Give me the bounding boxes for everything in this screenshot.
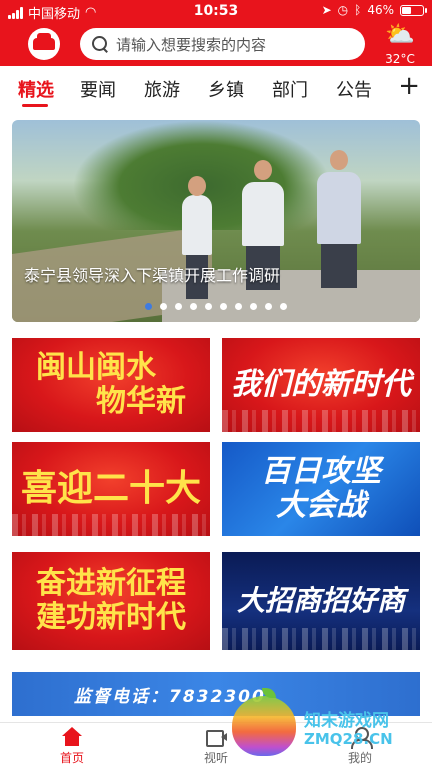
- banner-person-head: [330, 150, 348, 170]
- tile-text: 我们的新时代: [231, 366, 411, 403]
- tab-announcements[interactable]: 公告: [336, 76, 372, 102]
- tile-text: 奋进新征程 建功新时代: [36, 565, 186, 636]
- banner-person: [242, 182, 284, 290]
- banner-carousel[interactable]: 泰宁县领导深入下渠镇开展工作调研: [12, 120, 420, 322]
- tab-towns[interactable]: 乡镇: [208, 76, 244, 102]
- tile-skyline: [12, 514, 210, 536]
- nav-video-label: 视听: [203, 751, 228, 765]
- add-tab-icon[interactable]: +: [398, 73, 420, 99]
- watermark-url: ZMQ28.CN: [304, 730, 393, 748]
- bluetooth-icon: ᛒ: [354, 3, 362, 17]
- tile-minshan-minshui[interactable]: 闽山闽水 物华新: [12, 338, 210, 432]
- tab-travel[interactable]: 旅游: [144, 76, 180, 102]
- tab-featured[interactable]: 精选: [18, 76, 54, 102]
- search-icon: [92, 36, 108, 52]
- tile-line1: 奋进新征程: [36, 565, 186, 601]
- tile-new-era[interactable]: 我们的新时代: [222, 338, 420, 432]
- tile-line1: 我们的新时代: [231, 366, 411, 402]
- tile-line2: 大会战: [276, 488, 366, 523]
- tab-news[interactable]: 要闻: [80, 76, 116, 102]
- partly-cloudy-icon: ⛅: [385, 20, 415, 48]
- tile-line1: 大招商招好商: [236, 583, 405, 617]
- tile-line1: 喜迎二十大: [20, 467, 201, 510]
- nav-home-label: 首页: [59, 751, 84, 765]
- video-icon: [205, 727, 227, 747]
- battery-icon: [400, 4, 427, 16]
- carousel-dot[interactable]: [190, 303, 197, 310]
- tab-departments[interactable]: 部门: [272, 76, 308, 102]
- location-icon: ➤: [321, 3, 332, 17]
- status-right: ➤ ◷ ᛒ 46%: [321, 3, 427, 17]
- banner-person-head: [254, 160, 272, 180]
- tile-skyline: [222, 628, 420, 650]
- nav-home[interactable]: 首页: [42, 727, 102, 766]
- active-tab-indicator: [22, 104, 48, 107]
- tile-text: 百日攻坚 大会战: [261, 453, 381, 524]
- status-bar: 中国移动 ◠ 10:53 ➤ ◷ ᛒ 46%: [0, 0, 432, 22]
- carousel-dot[interactable]: [175, 303, 182, 310]
- alarm-icon: ◷: [337, 3, 349, 17]
- weather-widget[interactable]: ⛅ 32°C: [376, 20, 424, 67]
- carousel-dot[interactable]: [160, 303, 167, 310]
- tile-skyline: [222, 410, 420, 432]
- banner-person: [182, 195, 212, 299]
- carousel-dot[interactable]: [205, 303, 212, 310]
- watermark: 知末游戏网 ZMQ28.CN: [232, 688, 422, 760]
- tile-welcome-20th[interactable]: 喜迎二十大: [12, 442, 210, 536]
- home-icon: [61, 727, 83, 747]
- search-bar[interactable]: 请输入想要搜索的内容: [80, 28, 365, 60]
- tile-text: 闽山闽水 物华新: [36, 349, 186, 420]
- weather-temp: 32°C: [385, 52, 415, 66]
- app-logo[interactable]: [28, 28, 60, 60]
- watermark-text: 知末游戏网: [304, 711, 389, 731]
- battery-fill: [402, 6, 411, 14]
- tile-text: 喜迎二十大: [20, 467, 201, 510]
- carousel-dots: [12, 303, 420, 310]
- carousel-dot[interactable]: [220, 303, 227, 310]
- tile-line2: 物华新: [96, 384, 186, 419]
- carousel-dot[interactable]: [280, 303, 287, 310]
- tile-line2: 建功新时代: [36, 600, 186, 635]
- tile-investment[interactable]: 大招商招好商: [222, 552, 420, 650]
- banner-person-head: [188, 176, 206, 196]
- category-tabs: 精选 要闻 旅游 乡镇 部门 公告 +: [0, 66, 432, 110]
- app-header: 中国移动 ◠ 10:53 ➤ ◷ ᛒ 46% 请输入想要搜索的内容 ⛅ 32°C: [0, 0, 432, 66]
- carousel-dot[interactable]: [145, 303, 152, 310]
- tile-text: 大招商招好商: [236, 583, 405, 617]
- tile-line1: 闽山闽水: [36, 349, 156, 385]
- carousel-dot[interactable]: [250, 303, 257, 310]
- search-placeholder: 请输入想要搜索的内容: [116, 35, 267, 54]
- banner-caption: 泰宁县领导深入下渠镇开展工作调研: [24, 266, 281, 285]
- tile-line1: 百日攻坚: [261, 453, 381, 489]
- banner-person: [317, 172, 361, 288]
- tile-new-journey[interactable]: 奋进新征程 建功新时代: [12, 552, 210, 650]
- carousel-dot[interactable]: [235, 303, 242, 310]
- carousel-dot[interactable]: [265, 303, 272, 310]
- tile-hundred-days[interactable]: 百日攻坚 大会战: [222, 442, 420, 536]
- battery-percent: 46%: [367, 3, 394, 17]
- watermark-apple-logo: [232, 696, 296, 756]
